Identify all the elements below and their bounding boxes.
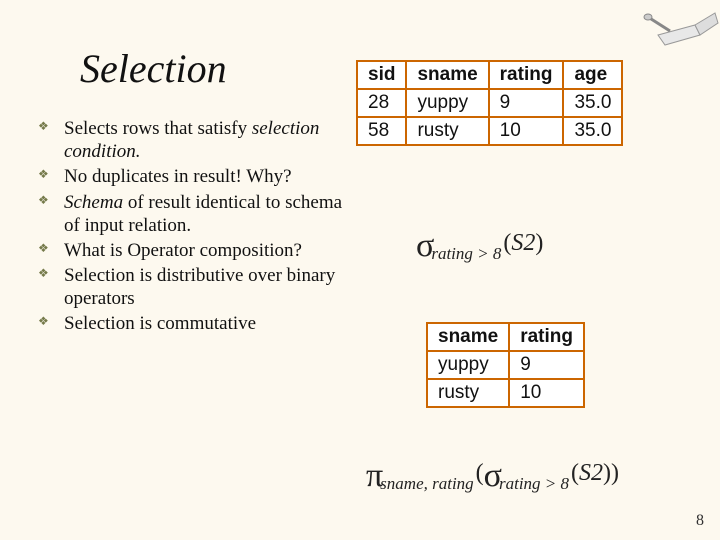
column-header: sname	[406, 61, 488, 89]
formula-pi-sigma: πsname, rating(σrating > 8(S2))	[366, 457, 619, 495]
bullet-item: Selects rows that satisfy selection cond…	[60, 117, 350, 163]
bullet-item: What is Operator composition?	[60, 239, 350, 262]
cell: rusty	[427, 379, 509, 407]
corner-decoration-icon	[640, 0, 720, 51]
column-header: age	[563, 61, 622, 89]
cell: 10	[509, 379, 584, 407]
cell: 9	[489, 89, 564, 117]
table-selection-result: sidsnameratingage28yuppy935.058rusty1035…	[356, 60, 623, 146]
bullet-item: No duplicates in result! Why?	[60, 165, 350, 188]
bullet-text: Selection is distributive over binary op…	[64, 265, 335, 309]
cell: rusty	[406, 117, 488, 145]
column-header: sname	[427, 323, 509, 351]
pi-subscript: sname, rating	[380, 474, 474, 494]
bullet-italic: Schema	[64, 192, 123, 213]
cell: yuppy	[427, 351, 509, 379]
cell: 35.0	[563, 117, 622, 145]
sigma-subscript-2: rating > 8	[499, 474, 569, 494]
page-number: 8	[696, 512, 704, 530]
table-row: 28yuppy935.0	[357, 89, 622, 117]
column-header: sid	[357, 61, 406, 89]
content-area: Selects rows that satisfy selection cond…	[60, 117, 700, 338]
cell: 10	[489, 117, 564, 145]
bullet-text: Selection is commutative	[64, 313, 256, 334]
bullet-text: Selects rows that satisfy	[64, 118, 252, 139]
table-row: yuppy9	[427, 351, 584, 379]
slide: Selection Selects rows that satisfy sele…	[0, 0, 720, 540]
bullet-item: Selection is commutative	[60, 312, 350, 335]
cell: yuppy	[406, 89, 488, 117]
cell: 35.0	[563, 89, 622, 117]
bullet-item: Schema of result identical to schema of …	[60, 191, 350, 237]
bullet-column: Selects rows that satisfy selection cond…	[60, 117, 350, 338]
bullet-text: What is Operator composition?	[64, 240, 302, 261]
cell: 58	[357, 117, 406, 145]
bullet-list: Selects rows that satisfy selection cond…	[60, 117, 350, 336]
sigma-arg: S2	[511, 230, 535, 256]
column-header: rating	[489, 61, 564, 89]
sigma-subscript: rating > 8	[431, 244, 501, 264]
formula-sigma: σrating > 8(S2)	[416, 227, 543, 265]
cell: 9	[509, 351, 584, 379]
table-row: rusty10	[427, 379, 584, 407]
table-row: 58rusty1035.0	[357, 117, 622, 145]
bullet-text: No duplicates in result! Why?	[64, 166, 292, 187]
table-projection-result: snameratingyuppy9rusty10	[426, 322, 585, 408]
column-header: rating	[509, 323, 584, 351]
bullet-item: Selection is distributive over binary op…	[60, 264, 350, 310]
tables-column: sidsnameratingage28yuppy935.058rusty1035…	[366, 117, 700, 338]
sigma-arg-2: S2	[579, 460, 603, 486]
cell: 28	[357, 89, 406, 117]
